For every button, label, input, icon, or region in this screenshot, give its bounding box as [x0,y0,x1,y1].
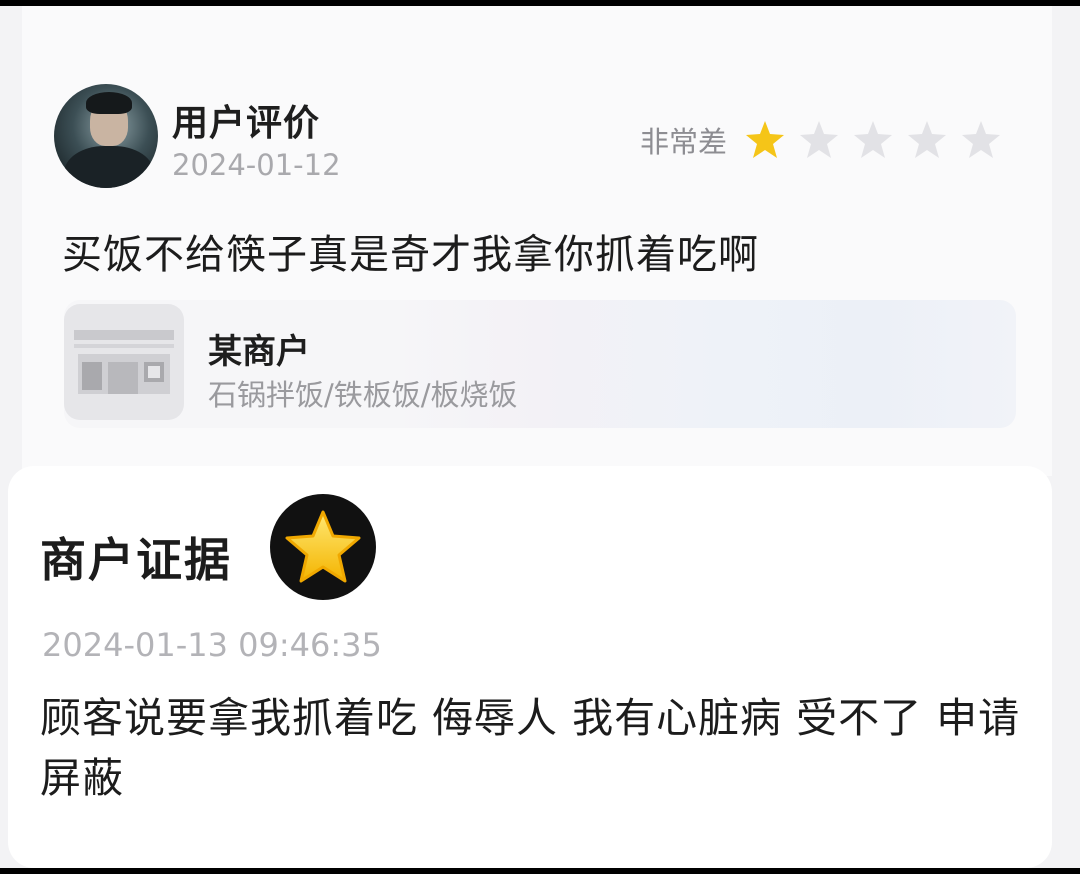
star-empty-icon [962,121,1001,158]
rating-label: 非常差 [640,125,728,159]
reviewer-name: 用户评价 [172,103,321,144]
evidence-title: 商户证据 [40,533,232,587]
review-card: 用户评价 2024-01-12 非常差 买饭不给筷子真是奇才我拿你抓着吃啊 某商… [22,6,1052,476]
avatar-body [64,146,154,188]
review-text: 买饭不给筷子真是奇才我拿你抓着吃啊 [62,232,759,278]
evidence-text: 顾客说要拿我抓着吃 侮辱人 我有心脏病 受不了 申请屏蔽 [40,694,1021,802]
rating-stars [743,118,1003,162]
rating: 非常差 [640,118,1003,162]
star-empty-icon [800,121,839,158]
review-date: 2024-01-12 [172,148,341,182]
avatar[interactable] [54,84,158,188]
merchant-name: 某商户 [208,332,310,372]
avatar-hair [86,92,132,114]
merchant-evidence-card: 商户证据 2024-01-13 09:46:35 顾客说要拿我抓着吃 侮辱人 我… [8,466,1052,868]
evidence-timestamp: 2024-01-13 09:46:35 [42,626,382,664]
star-empty-icon [854,121,893,158]
merchant-card[interactable]: 某商户 石锅拌饭/铁板饭/板烧饭 [64,300,1016,428]
star-emoji-icon [270,494,376,600]
screen: 用户评价 2024-01-12 非常差 买饭不给筷子真是奇才我拿你抓着吃啊 某商… [0,6,1080,868]
star-empty-icon [908,121,947,158]
shop-icon [64,304,184,420]
merchant-category: 石锅拌饭/铁板饭/板烧饭 [208,378,518,412]
star-filled-icon [746,121,785,158]
